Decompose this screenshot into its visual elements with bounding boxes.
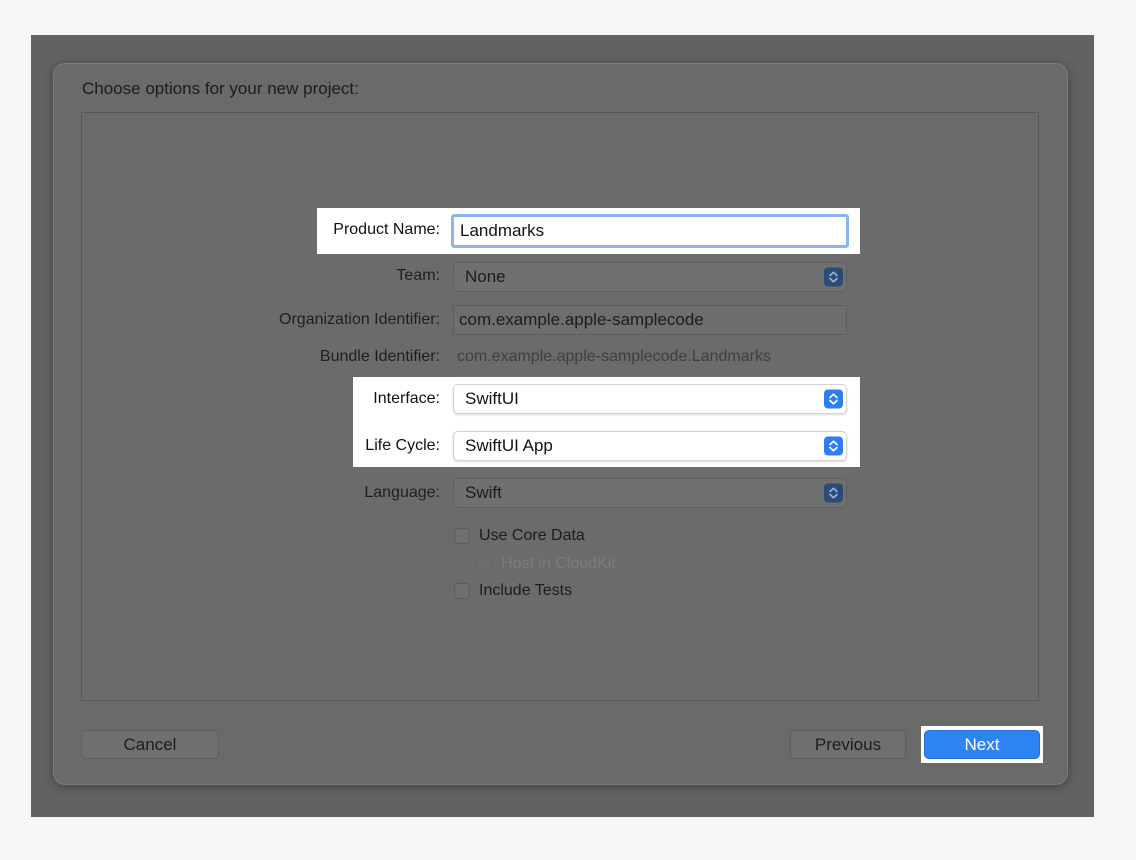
interface-popup[interactable]: SwiftUI (453, 384, 847, 414)
language-popup[interactable]: Swift (453, 478, 847, 508)
chevron-up-down-icon (824, 389, 843, 409)
life-cycle-value: SwiftUI App (465, 436, 553, 455)
use-core-data-option[interactable]: Use Core Data (454, 527, 585, 545)
interface-value: SwiftUI (465, 389, 519, 408)
cancel-button[interactable]: Cancel (81, 730, 219, 759)
bundle-identifier-value: com.example.apple-samplecode.Landmarks (457, 348, 771, 365)
team-value: None (465, 267, 506, 286)
host-in-cloudkit-checkbox[interactable] (476, 556, 492, 572)
use-core-data-label: Use Core Data (479, 527, 585, 544)
use-core-data-checkbox[interactable] (454, 528, 470, 544)
language-label: Language: (364, 484, 440, 501)
chevron-up-down-icon (824, 483, 843, 503)
include-tests-label: Include Tests (479, 582, 573, 599)
chevron-up-down-icon (824, 267, 843, 287)
life-cycle-label: Life Cycle: (365, 437, 440, 454)
host-in-cloudkit-label: Host in CloudKit (501, 555, 616, 572)
language-value: Swift (465, 483, 502, 502)
product-name-label: Product Name: (333, 221, 440, 238)
team-label: Team: (396, 267, 440, 284)
include-tests-checkbox[interactable] (454, 583, 470, 599)
bundle-identifier-label: Bundle Identifier: (319, 348, 440, 365)
include-tests-option[interactable]: Include Tests (454, 582, 572, 600)
life-cycle-popup[interactable]: SwiftUI App (453, 431, 847, 461)
team-popup[interactable]: None (453, 262, 847, 292)
next-button[interactable]: Next (924, 730, 1040, 759)
interface-label: Interface: (373, 390, 440, 407)
product-name-value: Landmarks (460, 221, 545, 240)
organization-identifier-value: com.example.apple-samplecode (459, 310, 704, 329)
previous-button[interactable]: Previous (790, 730, 906, 759)
chevron-up-down-icon (824, 436, 843, 456)
host-in-cloudkit-option[interactable]: Host in CloudKit (476, 555, 616, 573)
dialog-title: Choose options for your new project: (82, 79, 359, 98)
organization-identifier-label: Organization Identifier: (279, 311, 440, 328)
organization-identifier-field[interactable]: com.example.apple-samplecode (453, 305, 847, 335)
product-name-field[interactable]: Landmarks (451, 214, 849, 248)
